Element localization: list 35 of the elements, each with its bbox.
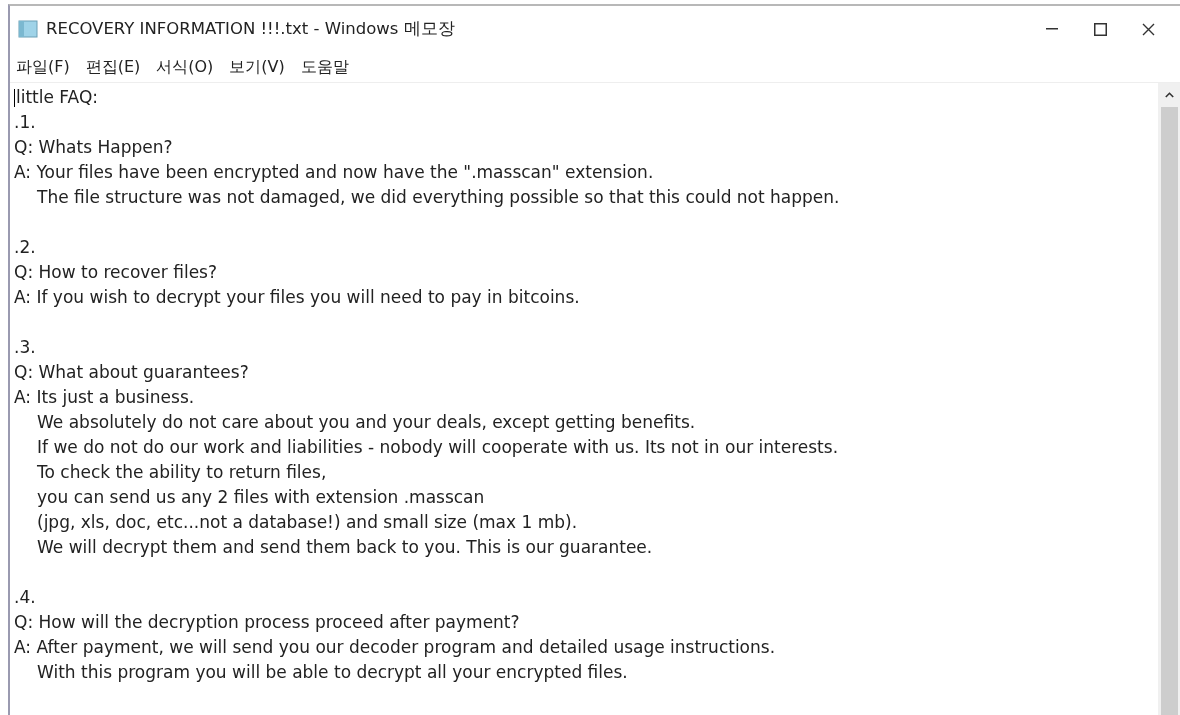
text-line: A: After payment, we will send you our decoder program and detailed usage instructions. [14, 637, 776, 657]
text-line: .2. [14, 237, 36, 257]
scrollbar-thumb[interactable] [1160, 107, 1178, 715]
text-line: A: Its just a business. [14, 387, 195, 407]
menu-item[interactable]: 편집(E) [83, 55, 155, 79]
menu-item[interactable]: 파일(F) [14, 55, 84, 79]
text-line: little FAQ: [16, 87, 99, 107]
text-line: Q: Whats Happen? [14, 137, 173, 157]
minimize-icon [1046, 28, 1058, 30]
text-line: (jpg, xls, doc, etc...not a database!) and small size (max 1 mb). [37, 512, 578, 532]
text-line: .3. [14, 337, 36, 357]
text-line: Q: How will the decryption process proceed after payment? [14, 612, 520, 632]
text-line: If we do not do our work and liabilities - nobody will cooperate with us. Its not in our interests. [37, 437, 839, 457]
text-line: We will decrypt them and send them back to you. This is our guarantee. [37, 537, 653, 557]
maximize-icon [1093, 22, 1107, 36]
text-line: With this program you will be able to decrypt all your encrypted files. [37, 662, 628, 682]
text-line: Q: How to recover files? [14, 262, 217, 282]
menu-item[interactable]: 서식(O) [154, 55, 228, 79]
menu-item[interactable]: 보기(V) [227, 55, 299, 79]
text-line: The file structure was not damaged, we did everything possible so that this could not happen. [37, 187, 840, 207]
text-line: Q: What about guarantees? [14, 362, 249, 382]
text-cursor [14, 89, 15, 107]
text-line: We absolutely do not care about you and your deals, except getting benefits. [37, 412, 696, 432]
text-line: A: Your files have been encrypted and now have the ".masscan" extension. [14, 162, 654, 182]
text-line: A: If you wish to decrypt your files you will need to pay in bitcoins. [14, 287, 580, 307]
scrollbar[interactable] [1158, 83, 1180, 715]
window-title: RECOVERY INFORMATION !!!.txt - Windows 메모장 [46, 17, 455, 40]
menu-item[interactable]: 도움말 [298, 55, 363, 79]
close-icon [1141, 22, 1155, 36]
scroll-up-icon[interactable] [1164, 92, 1174, 98]
notepad-icon [18, 20, 38, 38]
text-line: To check the ability to return files, [37, 462, 327, 482]
text-line: you can send us any 2 files with extension .masscan [37, 487, 485, 507]
text-line: .1. [14, 112, 36, 132]
text-line: .4. [14, 587, 36, 607]
